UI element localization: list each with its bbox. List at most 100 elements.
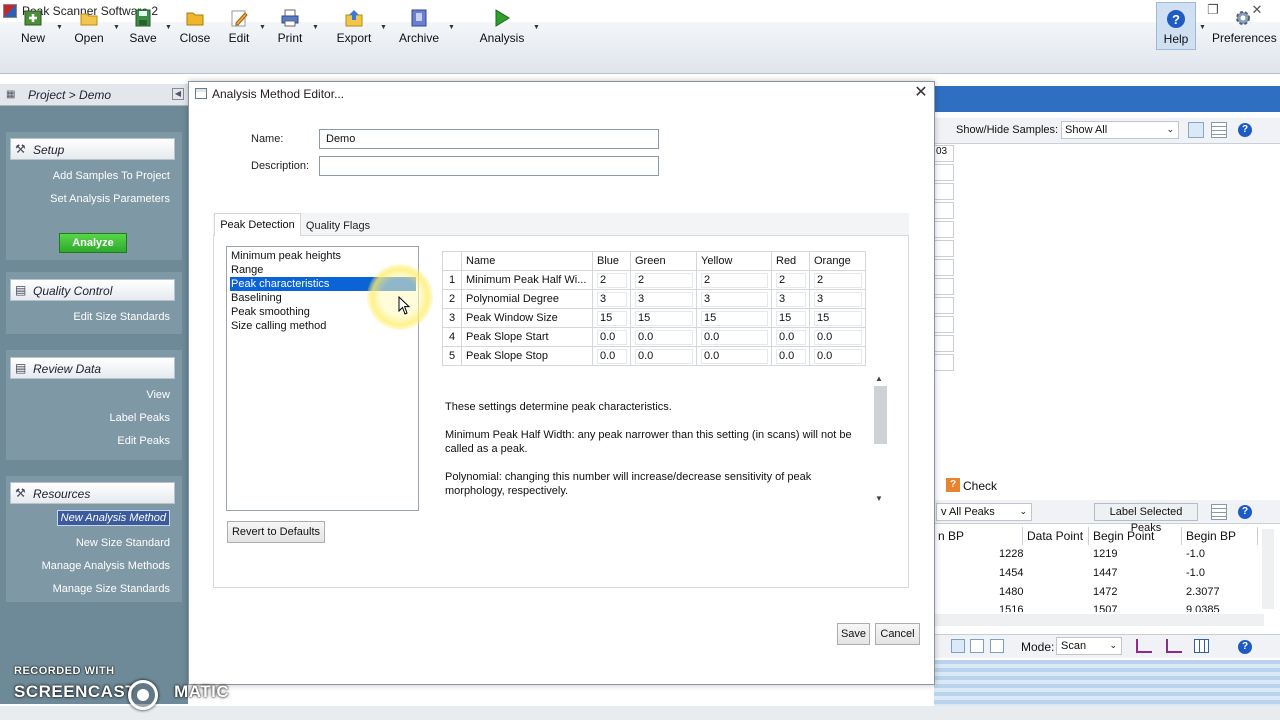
- edit-peaks-link[interactable]: Edit Peaks: [117, 435, 170, 447]
- name-input[interactable]: [319, 129, 659, 149]
- close-icon[interactable]: ✕: [912, 84, 930, 102]
- analysis-button[interactable]: Analysis: [479, 2, 525, 50]
- list-item[interactable]: Minimum peak heights: [230, 249, 416, 263]
- value-cell[interactable]: 2: [809, 270, 866, 290]
- print-button[interactable]: Print: [273, 2, 307, 50]
- export-button[interactable]: Export: [336, 2, 372, 50]
- collapse-nav-button[interactable]: ◀: [172, 88, 184, 100]
- sample-cell-1[interactable]: 03: [934, 145, 954, 162]
- chart-icon[interactable]: [1136, 639, 1152, 653]
- value-cell[interactable]: 15: [696, 308, 772, 328]
- tab-peak-detection[interactable]: Peak Detection: [214, 213, 301, 236]
- scroll-down-icon[interactable]: ▼: [875, 494, 883, 503]
- new-button[interactable]: New: [14, 2, 52, 50]
- resources-section-header[interactable]: ⚒ Resources: [10, 482, 175, 504]
- value-cell[interactable]: 3: [771, 289, 810, 309]
- archive-dropdown-arrow[interactable]: ▼: [448, 24, 455, 31]
- value-cell[interactable]: 15: [771, 308, 810, 328]
- open-button[interactable]: Open: [70, 2, 108, 50]
- review-data-section-header[interactable]: ▤ Review Data: [10, 357, 175, 379]
- set-analysis-parameters-link[interactable]: Set Analysis Parameters: [50, 193, 170, 205]
- sample-cell-5[interactable]: [934, 221, 954, 238]
- table-icon[interactable]: [1194, 639, 1209, 653]
- revert-to-defaults-button[interactable]: Revert to Defaults: [227, 521, 325, 543]
- manage-analysis-methods-link[interactable]: Manage Analysis Methods: [42, 560, 170, 572]
- view-link[interactable]: View: [146, 389, 170, 401]
- sample-cell-9[interactable]: [934, 297, 954, 314]
- new-size-standard-link[interactable]: New Size Standard: [76, 537, 170, 549]
- help-button[interactable]: ? Help: [1156, 2, 1196, 50]
- edit-button[interactable]: Edit: [222, 2, 256, 50]
- show-hide-select[interactable]: Show All ⌄: [1061, 121, 1179, 139]
- tab-quality-flags[interactable]: Quality Flags: [302, 216, 374, 236]
- analysis-dropdown-arrow[interactable]: ▼: [533, 24, 540, 31]
- peaks-col-2[interactable]: Begin Point: [1089, 527, 1182, 545]
- value-cell[interactable]: 3: [696, 289, 772, 309]
- export-dropdown-arrow[interactable]: ▼: [380, 24, 387, 31]
- value-cell[interactable]: 0.0: [592, 346, 631, 366]
- edit-size-standards-link[interactable]: Edit Size Standards: [73, 311, 170, 323]
- column-header[interactable]: Yellow: [696, 251, 772, 271]
- description-scrollbar-thumb[interactable]: [874, 386, 887, 444]
- peaks-col-0[interactable]: n BP: [934, 527, 1023, 545]
- value-cell[interactable]: 0.0: [592, 327, 631, 347]
- value-cell[interactable]: 2: [592, 270, 631, 290]
- value-cell[interactable]: 0.0: [771, 346, 810, 366]
- peaks-scrollbar[interactable]: [1262, 529, 1274, 609]
- archive-button[interactable]: Archive: [398, 2, 440, 50]
- manage-size-standards-link[interactable]: Manage Size Standards: [53, 583, 170, 595]
- open-dropdown-arrow[interactable]: ▼: [113, 24, 120, 31]
- plot-help-icon[interactable]: ?: [1238, 640, 1252, 654]
- mode-select[interactable]: Scan ⌄: [1056, 637, 1122, 655]
- peaks-hscrollbar[interactable]: [934, 614, 1264, 626]
- value-cell[interactable]: 0.0: [809, 327, 866, 347]
- help-small-icon[interactable]: ?: [1238, 123, 1252, 137]
- save-toolbar-button[interactable]: Save: [126, 2, 160, 50]
- sample-cell-3[interactable]: [934, 183, 954, 200]
- label-selected-peaks-button[interactable]: Label Selected Peaks: [1094, 503, 1198, 534]
- column-header[interactable]: Blue: [592, 251, 631, 271]
- scroll-up-icon[interactable]: ▲: [875, 374, 883, 383]
- new-analysis-method-link[interactable]: New Analysis Method: [56, 510, 170, 526]
- peaks-help-icon[interactable]: ?: [1238, 505, 1252, 519]
- column-header[interactable]: Name: [461, 251, 593, 271]
- print-dropdown-arrow[interactable]: ▼: [312, 24, 319, 31]
- value-cell[interactable]: 2: [696, 270, 772, 290]
- plot-tool-icon[interactable]: [951, 639, 965, 653]
- column-header[interactable]: Red: [771, 251, 810, 271]
- analyze-button[interactable]: Analyze: [59, 233, 127, 253]
- column-header[interactable]: Green: [630, 251, 697, 271]
- preferences-button[interactable]: Preferences: [1212, 2, 1277, 50]
- value-cell[interactable]: 15: [809, 308, 866, 328]
- add-samples-link[interactable]: Add Samples To Project: [53, 170, 170, 182]
- sample-cell-11[interactable]: [934, 335, 954, 352]
- sample-cell-2[interactable]: [934, 164, 954, 181]
- sample-cell-12[interactable]: [934, 354, 954, 371]
- help-dropdown-arrow[interactable]: ▼: [1199, 24, 1206, 31]
- value-cell[interactable]: 0.0: [630, 346, 697, 366]
- value-cell[interactable]: 0.0: [809, 346, 866, 366]
- save-dropdown-arrow[interactable]: ▼: [165, 24, 172, 31]
- value-cell[interactable]: 15: [592, 308, 631, 328]
- sample-cell-10[interactable]: [934, 316, 954, 333]
- peaks-filter-select[interactable]: v All Peaks ⌄: [936, 503, 1032, 521]
- value-cell[interactable]: 2: [630, 270, 697, 290]
- value-cell[interactable]: 0.0: [696, 346, 772, 366]
- sample-cell-7[interactable]: [934, 259, 954, 276]
- value-cell[interactable]: 0.0: [771, 327, 810, 347]
- peaks-col-1[interactable]: Data Point: [1023, 527, 1089, 545]
- chart-icon[interactable]: [1166, 639, 1182, 653]
- new-dropdown-arrow[interactable]: ▼: [56, 24, 63, 31]
- plot-tool-icon[interactable]: [990, 639, 1004, 653]
- value-cell[interactable]: 3: [809, 289, 866, 309]
- sample-cell-6[interactable]: [934, 240, 954, 257]
- cancel-button[interactable]: Cancel: [875, 623, 920, 645]
- value-cell[interactable]: 15: [630, 308, 697, 328]
- value-cell[interactable]: 3: [592, 289, 631, 309]
- grid-view-icon[interactable]: [1211, 122, 1227, 138]
- sample-cell-4[interactable]: [934, 202, 954, 219]
- edit-dropdown-arrow[interactable]: ▼: [259, 24, 266, 31]
- value-cell[interactable]: 3: [630, 289, 697, 309]
- sample-cell-8[interactable]: [934, 278, 954, 295]
- setup-section-header[interactable]: ⚒ Setup: [10, 138, 175, 160]
